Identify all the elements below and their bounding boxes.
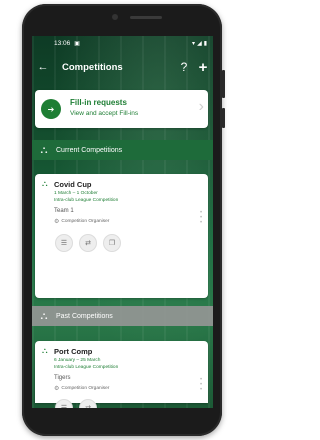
transfer-icon[interactable]: ⇄ [79,234,97,252]
volume-button [222,70,225,98]
org-chart-icon: ⛬ [42,179,48,188]
wifi-icon: ▾ [192,40,196,47]
fill-in-requests-card[interactable]: ➔ Fill-in requests View and accept Fill-… [35,90,208,128]
competition-team: Tigers [54,375,71,381]
status-icons: ▾ ◢ ▮ [192,40,207,47]
role-label: Competition Organiser [61,386,110,391]
competition-type: Intra-club League Competition [54,365,119,370]
status-time: 13:06 [54,39,71,47]
competition-actions: ☰ ⇄ ❐ [55,234,121,252]
front-camera [112,14,118,20]
fill-in-subtitle: View and accept Fill-ins [70,110,139,117]
back-arrow-icon[interactable]: ← [32,61,54,73]
table-icon[interactable]: ☰ [55,399,73,408]
competition-name: Port Comp [54,347,93,356]
table-icon[interactable]: ☰ [55,234,73,252]
sim-icon: ▣ [74,40,80,47]
cards-icon[interactable]: ❐ [103,234,121,252]
battery-icon: ▮ [203,40,207,47]
section-past-competitions: ⛬ Past Competitions [32,306,213,326]
competition-dates: 6 January – 25 March [54,358,101,363]
more-options-icon[interactable]: • • • [198,210,204,226]
signal-icon: ◢ [197,40,202,47]
user-arrow-icon: ➔ [41,99,61,119]
gear-icon: ⚙ [54,219,60,225]
org-chart-icon: ⛬ [42,346,48,355]
power-button [222,108,225,128]
org-chart-icon: ⛬ [40,144,48,156]
competition-role: ⚙ Competition Organiser [54,385,109,392]
status-bar: 13:06 ▣ ▾ ◢ ▮ [32,36,213,50]
role-label: Competition Organiser [61,219,110,224]
competition-card[interactable]: ⛬ Port Comp 6 January – 25 March Intra-c… [35,341,208,403]
chevron-right-icon: › [198,98,204,115]
competition-type: Intra-club League Competition [54,198,119,203]
gear-icon: ⚙ [54,386,60,392]
earpiece [130,16,162,19]
competition-dates: 1 March – 1 October [54,191,98,196]
transfer-icon[interactable]: ⇄ [79,399,97,408]
more-options-icon[interactable]: • • • [198,377,204,393]
competition-team: Team 1 [54,208,74,214]
add-competition-button[interactable]: + [193,59,213,76]
org-chart-icon: ⛬ [40,310,48,322]
app-screen: 13:06 ▣ ▾ ◢ ▮ ← Competitions ? + ➔ Fill-… [32,36,213,408]
section-current-competitions: ⛬ Current Competitions [32,140,213,160]
page-title: Competitions [62,61,123,73]
section-label: Current Competitions [56,146,123,154]
competition-actions: ☰ ⇄ [55,399,97,408]
app-bar: ← Competitions ? + [32,50,213,84]
section-label: Past Competitions [56,312,113,320]
help-button[interactable]: ? [175,60,193,74]
competition-name: Covid Cup [54,180,92,189]
competition-role: ⚙ Competition Organiser [54,218,109,225]
fill-in-title: Fill-in requests [70,98,127,107]
competition-card[interactable]: ⛬ Covid Cup 1 March – 1 October Intra-cl… [35,174,208,298]
